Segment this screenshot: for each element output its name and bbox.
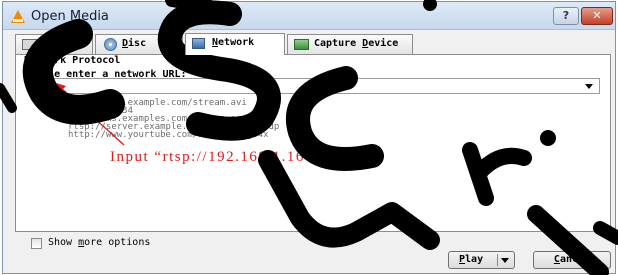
checkbox-box[interactable] bbox=[31, 238, 42, 249]
open-media-dialog: Open Media ? ✕ File Disc Network Capture… bbox=[2, 1, 616, 274]
tab-label: Network bbox=[212, 37, 255, 48]
annotation-arrow bbox=[56, 83, 125, 146]
tab-file[interactable]: File bbox=[15, 34, 93, 54]
capture-device-icon bbox=[294, 39, 309, 50]
network-icon bbox=[192, 38, 205, 49]
disc-icon bbox=[104, 38, 117, 51]
window-title: Open Media bbox=[31, 9, 109, 24]
tab-network[interactable]: Network bbox=[185, 33, 285, 55]
folder-icon bbox=[22, 39, 37, 50]
help-button[interactable]: ? bbox=[553, 7, 579, 25]
tab-label: Disc bbox=[122, 38, 147, 49]
show-more-options-label: Show more options bbox=[48, 237, 151, 248]
open-media-screenshot: Open Media ? ✕ File Disc Network Capture… bbox=[0, 0, 618, 275]
tab-label: Capture Device bbox=[314, 38, 399, 49]
play-button-label: Play bbox=[459, 254, 484, 265]
play-dropdown-chevron-icon[interactable] bbox=[501, 258, 509, 263]
tab-label: File bbox=[42, 38, 67, 49]
split-divider bbox=[497, 254, 498, 266]
cancel-button[interactable]: Cancel bbox=[533, 251, 611, 269]
tab-capture-device[interactable]: Capture Device bbox=[287, 34, 413, 54]
vlc-cone-icon bbox=[11, 10, 25, 23]
tab-disc[interactable]: Disc bbox=[95, 34, 183, 54]
close-button[interactable]: ✕ bbox=[581, 7, 613, 25]
annotation-text: Input “rtsp://192.168.1.168:554/0” bbox=[110, 149, 370, 165]
play-button[interactable]: Play bbox=[448, 251, 515, 269]
network-panel: Network Protocol Please enter a network … bbox=[15, 54, 611, 232]
title-bar[interactable]: Open Media ? ✕ bbox=[3, 2, 615, 30]
